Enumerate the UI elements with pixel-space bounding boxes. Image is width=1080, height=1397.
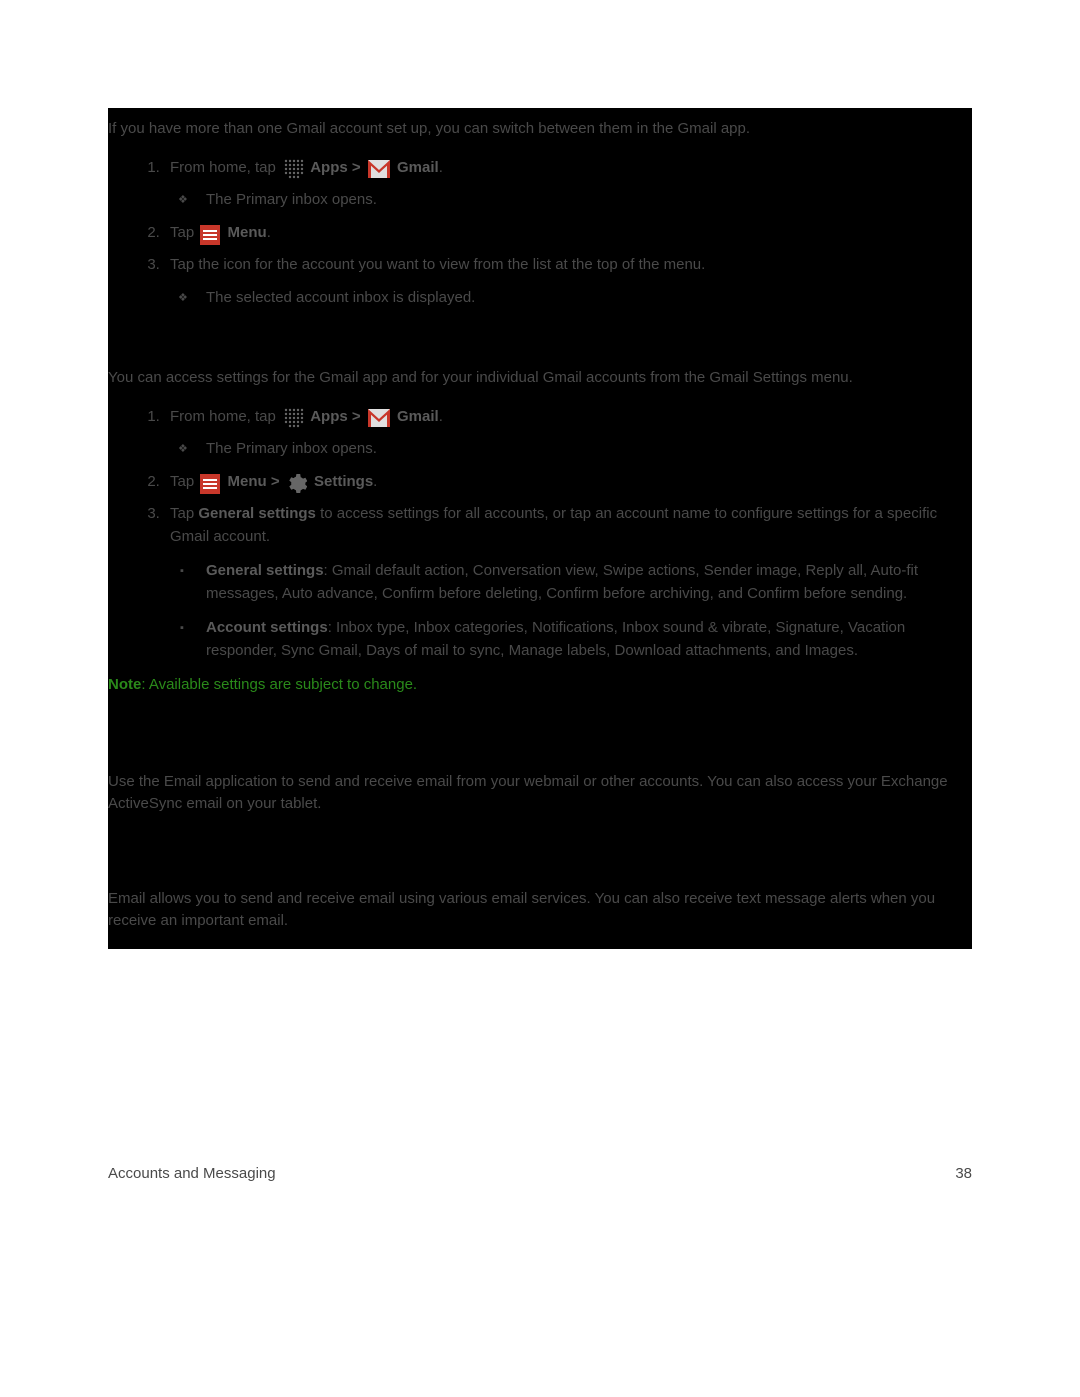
section-intro-text: You can access settings for the Gmail ap… bbox=[108, 367, 972, 390]
separator-text: > bbox=[352, 408, 365, 425]
settings-label: Settings bbox=[314, 473, 373, 490]
email-intro-text: Use the Email application to send and re… bbox=[108, 771, 972, 816]
step-text: From home, tap bbox=[170, 159, 276, 176]
sub-item: The Primary inbox opens. bbox=[202, 438, 972, 461]
note-label: Note bbox=[108, 676, 141, 693]
sub-list: The selected account inbox is displayed. bbox=[170, 287, 972, 310]
footer-right: 38 bbox=[955, 1165, 972, 1182]
apps-label: Apps bbox=[310, 408, 348, 425]
menu-icon bbox=[200, 225, 220, 245]
separator-text: > bbox=[352, 159, 365, 176]
detail-item: Account settings: Inbox type, Inbox cate… bbox=[202, 617, 972, 662]
menu-label: Menu bbox=[228, 473, 267, 490]
general-settings-bold: General settings bbox=[198, 505, 316, 522]
apps-icon bbox=[284, 159, 304, 179]
detail-list: General settings: Gmail default action, … bbox=[170, 560, 972, 662]
note-body: : Available settings are subject to chan… bbox=[141, 676, 417, 693]
document-page: If you have more than one Gmail account … bbox=[0, 0, 1080, 1397]
gear-icon bbox=[287, 474, 307, 494]
menu-icon bbox=[200, 474, 220, 494]
step-text: Tap the icon for the account you want to… bbox=[170, 256, 705, 273]
sub-item: The selected account inbox is displayed. bbox=[202, 287, 972, 310]
gmail-label: Gmail bbox=[397, 408, 439, 425]
step-text: Tap bbox=[170, 473, 194, 490]
sub-list: The Primary inbox opens. bbox=[170, 189, 972, 212]
menu-label: Menu bbox=[228, 224, 267, 241]
ordered-steps-1: From home, tap Apps > bbox=[108, 157, 972, 310]
step-item: From home, tap Apps > bbox=[164, 406, 972, 461]
sub-list: The Primary inbox opens. bbox=[170, 438, 972, 461]
step-item: Tap Menu > Settings. bbox=[164, 471, 972, 494]
separator-text: > bbox=[271, 473, 284, 490]
apps-label: Apps bbox=[310, 159, 348, 176]
detail-item: General settings: Gmail default action, … bbox=[202, 560, 972, 605]
step-item: Tap the icon for the account you want to… bbox=[164, 254, 972, 309]
step-item: Tap General settings to access settings … bbox=[164, 503, 972, 662]
step-text: From home, tap bbox=[170, 408, 276, 425]
sub-item: The Primary inbox opens. bbox=[202, 189, 972, 212]
step-text: Tap bbox=[170, 505, 198, 522]
footer-left: Accounts and Messaging bbox=[108, 1165, 276, 1182]
step-item: Tap Menu. bbox=[164, 222, 972, 245]
gmail-label: Gmail bbox=[397, 159, 439, 176]
gmail-icon bbox=[368, 409, 390, 427]
detail-bold: General settings bbox=[206, 562, 324, 579]
page-footer: Accounts and Messaging 38 bbox=[108, 1165, 972, 1182]
section-intro-text: If you have more than one Gmail account … bbox=[108, 118, 972, 141]
detail-bold: Account settings bbox=[206, 619, 328, 636]
setup-intro-text: Email allows you to send and receive ema… bbox=[108, 888, 972, 933]
note-text: Note: Available settings are subject to … bbox=[108, 674, 972, 697]
step-text: Tap bbox=[170, 224, 194, 241]
ordered-steps-2: From home, tap Apps > bbox=[108, 406, 972, 663]
content-body: If you have more than one Gmail account … bbox=[108, 108, 972, 949]
step-item: From home, tap Apps > bbox=[164, 157, 972, 212]
apps-icon bbox=[284, 408, 304, 428]
gmail-icon bbox=[368, 160, 390, 178]
